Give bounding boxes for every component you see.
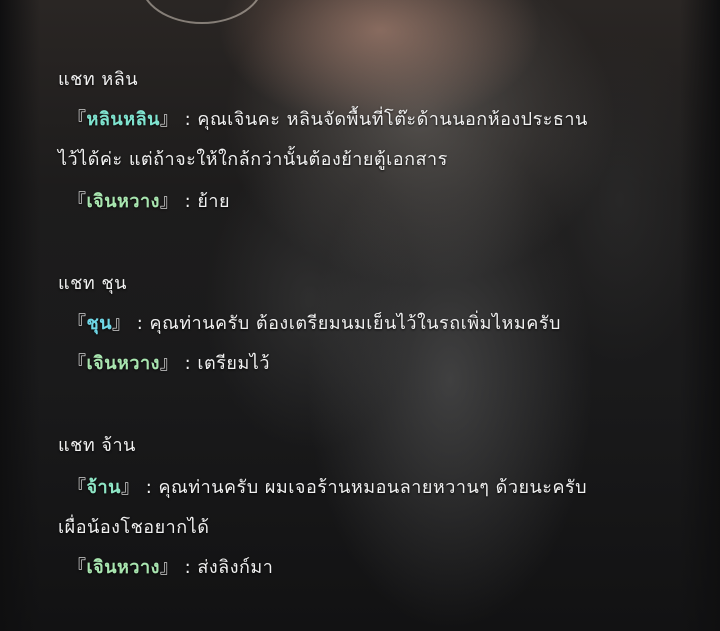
chat-message: 『ชุน』 : คุณท่านครับ ต้องเตรียมนมเย็นไว้ใ… xyxy=(68,312,561,336)
message-continuation: เผื่อน้องโชอยากได้ xyxy=(58,517,210,538)
speaker-name: ชุน xyxy=(86,313,113,334)
bracket-open: 『 xyxy=(68,477,87,498)
bracket-open: 『 xyxy=(68,313,87,334)
section-heading-lin: แชท หลิน xyxy=(58,69,139,90)
chat-story-panel: แชท หลิน 『หลินหลิน』 : คุณเจินคะ หลินจัดพ… xyxy=(0,0,720,631)
speaker-name: เจินหวาง xyxy=(86,353,160,374)
message-continuation: ไว้ได้ค่ะ แต่ถ้าจะให้ใกล้กว่านั้นต้องย้า… xyxy=(58,149,448,170)
message-text: : คุณท่านครับ ต้องเตรียมนมเย็นไว้ในรถเพิ… xyxy=(130,313,561,334)
speaker-name: หลินหลิน xyxy=(86,109,160,130)
chat-message: 『จ้าน』 : คุณท่านครับ ผมเจอร้านหมอนลายหวา… xyxy=(68,476,587,500)
bracket-close: 』 xyxy=(112,313,131,334)
message-text: : ย้าย xyxy=(178,191,231,212)
message-text: : เตรียมไว้ xyxy=(178,353,270,374)
section-heading-chun: แชท ชุน xyxy=(58,273,127,294)
bracket-open: 『 xyxy=(68,557,87,578)
bracket-open: 『 xyxy=(68,353,87,374)
message-text: : คุณท่านครับ ผมเจอร้านหมอนลายหวานๆ ด้วย… xyxy=(139,477,588,498)
chat-message: 『เจินหวาง』 : ย้าย xyxy=(68,190,230,214)
bracket-close: 』 xyxy=(159,191,179,212)
bracket-close: 』 xyxy=(120,477,140,498)
bracket-close: 』 xyxy=(159,109,179,130)
bracket-close: 』 xyxy=(159,353,179,374)
chat-message: 『หลินหลิน』 : คุณเจินคะ หลินจัดพื้นที่โต๊… xyxy=(68,108,588,132)
speaker-name: จ้าน xyxy=(86,477,121,498)
section-heading-chuan: แชท จ้าน xyxy=(58,435,136,456)
speaker-name: เจินหวาง xyxy=(86,557,160,578)
chat-message: 『เจินหวาง』 : ส่งลิงก์มา xyxy=(68,556,273,580)
message-text: : คุณเจินคะ หลินจัดพื้นที่โต๊ะด้านนอกห้อ… xyxy=(178,109,588,130)
bracket-close: 』 xyxy=(159,557,179,578)
message-text: : ส่งลิงก์มา xyxy=(178,557,274,578)
speaker-name: เจินหวาง xyxy=(86,191,160,212)
bracket-open: 『 xyxy=(68,109,87,130)
bracket-open: 『 xyxy=(68,191,87,212)
chat-message: 『เจินหวาง』 : เตรียมไว้ xyxy=(68,352,270,376)
chat-log: แชท หลิน 『หลินหลิน』 : คุณเจินคะ หลินจัดพ… xyxy=(0,0,720,631)
